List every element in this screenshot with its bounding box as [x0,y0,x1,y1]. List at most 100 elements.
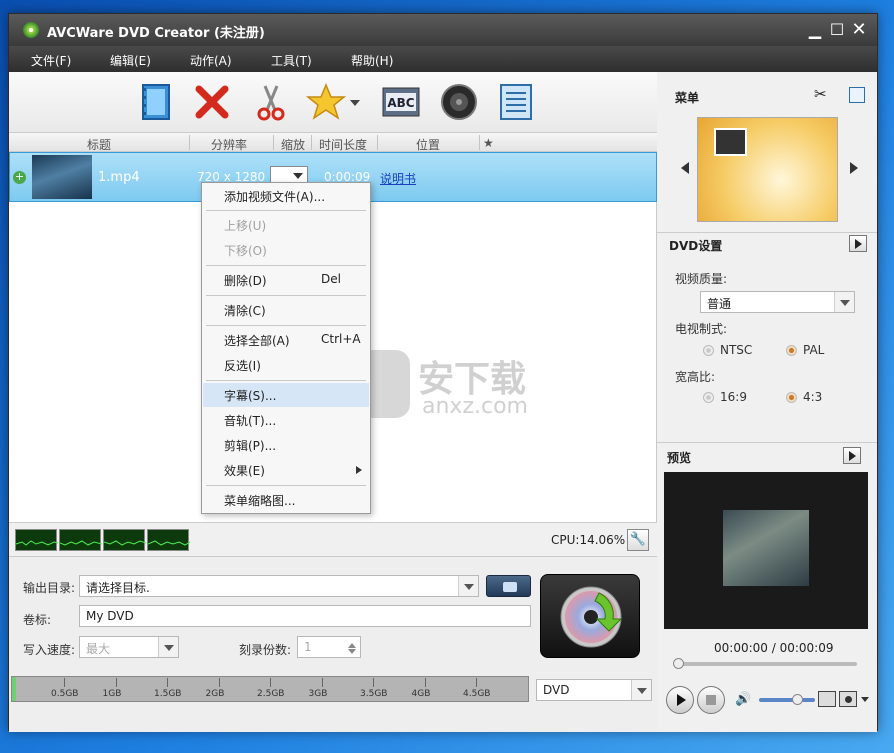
subtitle-abc-icon[interactable]: ABC [381,82,421,122]
close-button[interactable]: ✕ [849,20,869,40]
menu-tools[interactable]: 工具(T) [271,52,312,69]
minimize-button[interactable]: ▁ [805,20,825,40]
disc-type-select[interactable]: DVD [536,679,652,701]
disk-tick-label: 4.5GB [463,689,491,699]
menu-file[interactable]: 文件(F) [31,52,71,69]
output-panel: 输出目录: 请选择目标. 卷标: My DVD 写入速度: 最大 刻录份数: 1 [9,556,657,732]
disk-tick-label: 4GB [411,689,431,699]
dvd-settings-header: DVD设置 [657,232,877,254]
folder-icon [503,582,517,592]
quality-select[interactable]: 普通 [700,291,855,313]
aspect-43-radio[interactable] [786,392,797,403]
layout-icon[interactable] [849,87,865,103]
stop-button[interactable] [697,686,725,714]
pal-label: PAL [803,343,825,357]
ctx-invert-selection[interactable]: 反选(I) [203,353,369,377]
pal-radio[interactable] [786,345,797,356]
preview-header: 预览 [657,442,877,466]
camera-dropdown-icon[interactable] [861,697,869,706]
scissors-icon[interactable] [251,82,291,122]
menu-help[interactable]: 帮助(H) [351,52,393,69]
quality-label: 视频质量: [675,272,728,286]
volume-label: 卷标: [23,613,52,627]
ctx-effects[interactable]: 效果(E) [203,458,369,482]
submenu-arrow-icon [356,466,366,474]
volume-thumb[interactable] [792,694,803,705]
ctx-move-up: 上移(U) [224,219,267,233]
cpu-graph-1 [15,529,59,551]
burn-button[interactable] [540,574,640,658]
col-zoom[interactable]: 缩放 [281,136,305,153]
wrench-icon[interactable]: 🔧 [627,529,649,551]
settings-panel: 菜单 ✂ DVD设置 视频质量: 普通 电视制式: NTSC PAL 宽高比: … [657,72,877,732]
expand-settings-button[interactable] [849,235,867,252]
delete-icon[interactable] [192,82,232,122]
col-title[interactable]: 标题 [87,136,111,153]
seek-slider[interactable] [673,658,857,669]
volume-input[interactable]: My DVD [79,605,531,627]
menu-template-icon[interactable] [496,82,536,122]
play-icon [677,694,692,706]
ctx-delete[interactable]: 删除(D) Del [203,268,369,292]
prev-menu-arrow-icon[interactable] [675,162,689,174]
cpu-graph-2 [59,529,103,551]
effects-star-icon[interactable] [306,82,362,122]
col-position[interactable]: 位置 [416,136,440,153]
menu-bar: 文件(F) 编辑(E) 动作(A) 工具(T) 帮助(H) [9,46,877,72]
output-dir-select[interactable]: 请选择目标. [79,575,479,597]
copies-label: 刻录份数: [239,643,292,657]
disk-tick [270,678,271,687]
ntsc-radio[interactable] [703,345,714,356]
volume-slider[interactable] [759,694,815,705]
disk-tick-label: 3GB [308,689,328,699]
play-button[interactable] [666,686,694,714]
aspect-43-label: 4:3 [803,390,823,404]
aspect-169-radio[interactable] [703,392,714,403]
disc-burn-icon [560,586,623,648]
volume-icon[interactable]: 🔊 [735,692,751,707]
add-video-icon[interactable] [136,82,176,122]
audio-speaker-icon[interactable] [439,82,479,122]
menu-template-preview[interactable] [697,117,838,222]
maximize-button[interactable]: ☐ [827,20,847,40]
title-bar[interactable]: AVCWare DVD Creator (未注册) ▁ ☐ ✕ [9,14,877,46]
ctx-clear[interactable]: 清除(C) [203,298,369,322]
disk-tick [424,678,426,687]
ctx-trim[interactable]: 剪辑(P)... [203,433,369,457]
tv-standard-label: 电视制式: [675,322,728,336]
description-link[interactable]: 说明书 [380,170,416,187]
column-header: 标题 分辨率 缩放 时间长度 位置 ★ [9,132,657,152]
menu-action[interactable]: 动作(A) [190,52,232,69]
col-resolution[interactable]: 分辨率 [211,136,247,153]
stepper-up-icon[interactable] [348,639,356,648]
stepper-down-icon[interactable] [348,649,356,658]
ctx-menu-thumbnail[interactable]: 菜单缩略图... [203,488,369,512]
watermark: 安下载 anxz.com [342,350,562,420]
cpu-graph-4 [147,529,191,551]
next-menu-arrow-icon[interactable] [850,162,864,174]
expand-preview-button[interactable] [843,447,861,464]
ctx-select-all[interactable]: 选择全部(A) Ctrl+A [203,328,369,352]
disk-tick-label: 1GB [102,689,122,699]
tools-icon[interactable]: ✂ [814,85,827,103]
col-duration[interactable]: 时间长度 [319,136,367,153]
app-logo-icon [23,22,39,38]
ctx-subtitle[interactable]: 字幕(S)... [203,383,369,407]
disk-tick [64,678,65,687]
video-thumbnail [32,155,92,199]
video-preview [664,472,868,629]
menu-thumb [714,128,747,156]
snapshot-frame-icon[interactable] [818,691,836,707]
camera-icon[interactable] [839,691,857,707]
disk-tick [167,678,168,687]
seek-thumb[interactable] [673,658,684,669]
ctx-audio-track[interactable]: 音轨(T)... [203,408,369,432]
col-star[interactable]: ★ [483,136,494,150]
ctx-add-video[interactable]: 添加视频文件(A)... [203,184,369,208]
menu-edit[interactable]: 编辑(E) [110,52,151,69]
stop-icon [706,695,716,705]
copies-stepper[interactable]: 1 [297,636,361,658]
write-speed-select[interactable]: 最大 [79,636,179,658]
browse-folder-button[interactable] [486,575,531,597]
expand-icon[interactable]: + [13,171,26,184]
